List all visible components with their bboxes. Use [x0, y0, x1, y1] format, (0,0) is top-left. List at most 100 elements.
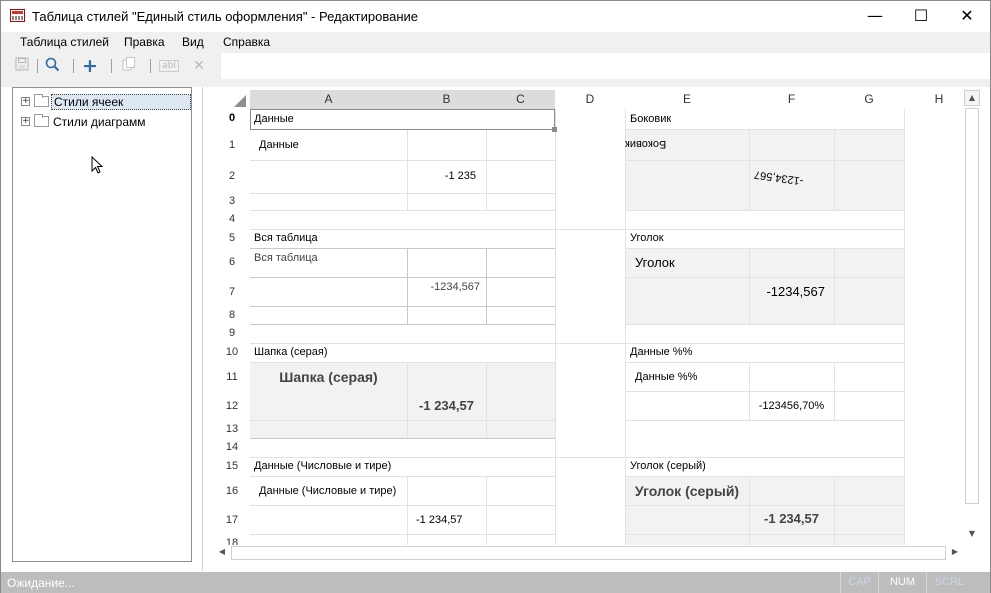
column-header-e[interactable]: E: [625, 90, 749, 109]
menu-edit[interactable]: Правка: [124, 35, 165, 49]
row-header[interactable]: 16: [214, 485, 250, 497]
scroll-up-icon[interactable]: ▲: [964, 90, 980, 106]
column-header-b[interactable]: B: [407, 90, 486, 109]
column-header-h[interactable]: H: [904, 90, 964, 109]
scroll-indicator: SCRL: [926, 572, 972, 593]
tree-item-label[interactable]: Стили диаграмм: [51, 114, 148, 130]
cell-a0[interactable]: Данные: [254, 113, 294, 125]
column-header-c[interactable]: C: [486, 90, 555, 109]
copy-icon[interactable]: [120, 57, 138, 75]
cell-f12[interactable]: -123456,70%: [749, 400, 834, 412]
close-button[interactable]: ✕: [944, 1, 990, 32]
row-header[interactable]: 9: [214, 327, 250, 339]
vertical-scrollbar[interactable]: ▲ ▼: [964, 90, 981, 545]
fill-handle[interactable]: [552, 127, 557, 132]
toolbar-separator: [150, 59, 151, 73]
cell-e11[interactable]: Данные %%: [635, 371, 697, 383]
panel-splitter[interactable]: [202, 87, 203, 571]
column-header-f[interactable]: F: [749, 90, 834, 109]
scroll-thumb[interactable]: [965, 108, 979, 504]
expand-icon[interactable]: +: [21, 97, 30, 106]
scroll-down-icon[interactable]: ▼: [964, 527, 980, 543]
num-indicator: NUM: [878, 572, 926, 593]
add-icon[interactable]: +: [81, 57, 99, 76]
folder-icon: [34, 94, 49, 107]
cell-a1[interactable]: Данные: [259, 139, 299, 151]
menu-bar: Таблица стилей Правка Вид Справка: [1, 32, 990, 53]
row-header[interactable]: 5: [214, 232, 250, 244]
cell-b2[interactable]: -1 235: [407, 170, 476, 182]
cell-b7[interactable]: -1234,567: [407, 281, 480, 293]
caps-indicator: CAP: [840, 572, 878, 593]
cell-e0[interactable]: Боковик: [630, 113, 671, 125]
menu-view[interactable]: Вид: [182, 35, 204, 49]
cell-e5[interactable]: Уголок: [630, 232, 664, 244]
row-header[interactable]: 13: [214, 423, 250, 435]
cell-b12[interactable]: -1 234,57: [407, 398, 486, 413]
cell-a5[interactable]: Вся таблица: [254, 232, 318, 244]
folder-icon: [34, 114, 49, 127]
cell-a6[interactable]: Вся таблица: [254, 252, 318, 264]
cell-e10[interactable]: Данные %%: [630, 346, 692, 358]
status-text: Ожидание...: [7, 576, 75, 590]
app-icon: [10, 9, 25, 22]
tree-item-label[interactable]: Стили ячеек: [51, 94, 191, 110]
delete-icon[interactable]: ✕: [190, 57, 208, 75]
row-header[interactable]: 3: [214, 195, 250, 207]
row-header[interactable]: 8: [214, 309, 250, 321]
mouse-cursor-icon: [91, 156, 104, 174]
toolbar: + abl ✕: [1, 53, 221, 79]
select-all-icon[interactable]: [234, 95, 246, 107]
expand-icon[interactable]: +: [21, 117, 30, 126]
cell-a10[interactable]: Шапка (серая): [254, 346, 328, 358]
app-window: Таблица стилей "Единый стиль оформления"…: [0, 0, 991, 593]
selected-cell[interactable]: [250, 109, 555, 130]
panel-strip: [1, 79, 990, 87]
row-header[interactable]: 14: [214, 441, 250, 453]
cell-b17[interactable]: -1 234,57: [416, 514, 462, 526]
window-title: Таблица стилей "Единый стиль оформления"…: [32, 9, 419, 24]
row-header[interactable]: 0: [214, 112, 250, 124]
cell-a16[interactable]: Данные (Числовые и тире): [259, 485, 396, 497]
column-header-d[interactable]: D: [555, 90, 625, 109]
search-icon[interactable]: [43, 57, 61, 75]
cell-a11[interactable]: Шапка (серая): [250, 369, 407, 385]
column-header-a[interactable]: A: [250, 90, 407, 109]
row-header[interactable]: 1: [214, 139, 250, 151]
rename-icon[interactable]: abl: [159, 60, 179, 72]
horizontal-scrollbar[interactable]: ◀ ▶: [214, 545, 964, 561]
toolbar-empty-area: [221, 53, 990, 79]
minimize-button[interactable]: —: [852, 1, 898, 32]
cell-a15[interactable]: Данные (Числовые и тире): [254, 460, 391, 472]
scroll-thumb[interactable]: [231, 546, 946, 560]
cell-e15[interactable]: Уголок (серый): [630, 460, 706, 472]
cell-e6[interactable]: Уголок: [635, 255, 675, 270]
row-header[interactable]: 7: [214, 286, 250, 298]
cell-f7[interactable]: -1234,567: [749, 284, 825, 299]
cell-f17[interactable]: -1 234,57: [749, 511, 834, 526]
save-icon[interactable]: [13, 57, 31, 75]
title-bar[interactable]: Таблица стилей "Единый стиль оформления"…: [1, 1, 990, 32]
scroll-left-icon[interactable]: ◀: [214, 545, 230, 561]
spreadsheet-grid[interactable]: A B C D E F G H 0 1 2 3 4 5 6 7 8 9 10 1…: [214, 90, 964, 545]
row-header[interactable]: 18: [214, 537, 250, 545]
toolbar-separator: [111, 59, 112, 73]
cell-e1-rotated[interactable]: Боковик: [625, 138, 739, 150]
row-header[interactable]: 6: [214, 256, 250, 268]
row-header[interactable]: 15: [214, 460, 250, 472]
cell-e16[interactable]: Уголок (серый): [625, 483, 749, 499]
row-header[interactable]: 10: [214, 346, 250, 358]
maximize-button[interactable]: ☐: [898, 1, 944, 32]
scroll-right-icon[interactable]: ▶: [947, 545, 963, 561]
row-header[interactable]: 17: [214, 514, 250, 526]
column-header-g[interactable]: G: [834, 90, 904, 109]
row-header[interactable]: 12: [214, 400, 250, 412]
row-header[interactable]: 4: [214, 213, 250, 225]
row-header[interactable]: 11: [214, 371, 250, 383]
toolbar-separator: [37, 59, 38, 73]
row-header[interactable]: 2: [214, 170, 250, 182]
menu-stylesheet[interactable]: Таблица стилей: [20, 35, 109, 49]
menu-help[interactable]: Справка: [223, 35, 270, 49]
toolbar-separator: [73, 59, 74, 73]
status-bar: Ожидание... CAP NUM SCRL: [1, 572, 990, 593]
